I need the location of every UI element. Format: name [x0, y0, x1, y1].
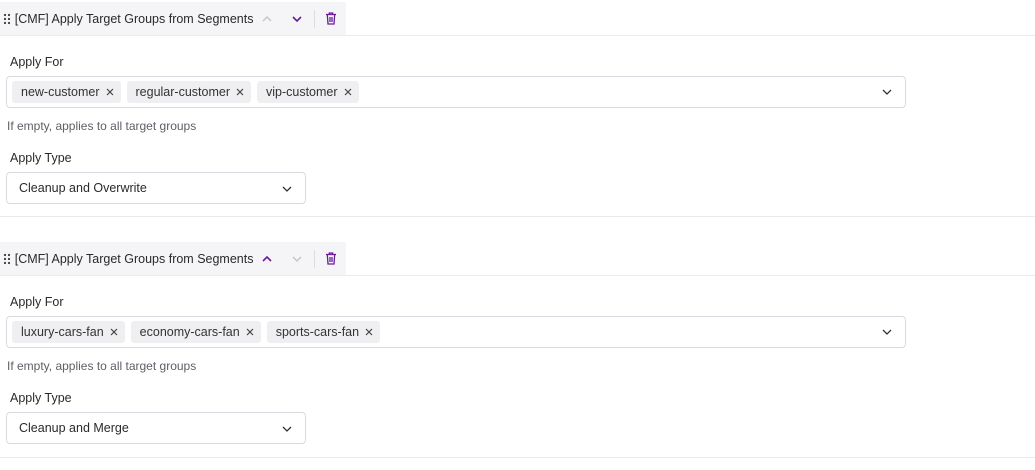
- apply-for-hint: If empty, applies to all target groups: [7, 359, 197, 373]
- block-title: [CMF] Apply Target Groups from Segments: [14, 11, 254, 26]
- tag-label: vip-customer: [265, 85, 338, 99]
- move-down-button[interactable]: [282, 242, 311, 275]
- move-up-button[interactable]: [253, 2, 282, 35]
- trash-icon: [326, 252, 337, 265]
- tag-chip: regular-customer: [126, 81, 251, 103]
- header-divider-line: [0, 275, 1035, 276]
- block-header: [CMF] Apply Target Groups from Segments: [0, 242, 346, 275]
- apply-for-multiselect[interactable]: new-customer regular-customer vip-custom…: [6, 76, 906, 108]
- apply-type-label: Apply Type: [10, 391, 72, 405]
- drag-handle-icon[interactable]: [0, 242, 15, 275]
- chevron-up-icon: [262, 15, 272, 21]
- apply-type-value: Cleanup and Overwrite: [19, 181, 147, 195]
- block-header: [CMF] Apply Target Groups from Segments: [0, 2, 346, 35]
- close-icon[interactable]: [364, 327, 374, 337]
- delete-button[interactable]: [317, 2, 346, 35]
- target-groups-block: [CMF] Apply Target Groups from Segments …: [0, 0, 1035, 217]
- move-down-button[interactable]: [282, 2, 311, 35]
- header-divider: [313, 249, 315, 268]
- tag-chip: sports-cars-fan: [266, 321, 381, 343]
- tag-label: new-customer: [21, 85, 100, 99]
- tag-chip: vip-customer: [256, 81, 359, 103]
- chevron-down-icon[interactable]: [881, 326, 893, 338]
- block-title: [CMF] Apply Target Groups from Segments: [14, 251, 254, 266]
- delete-button[interactable]: [317, 242, 346, 275]
- drag-handle-icon[interactable]: [0, 2, 15, 35]
- close-icon[interactable]: [109, 327, 119, 337]
- apply-type-value: Cleanup and Merge: [19, 421, 129, 435]
- target-groups-block: [CMF] Apply Target Groups from Segments …: [0, 240, 1035, 458]
- apply-type-select[interactable]: Cleanup and Overwrite: [6, 172, 306, 204]
- tag-label: luxury-cars-fan: [21, 325, 104, 339]
- apply-for-label: Apply For: [10, 295, 64, 309]
- close-icon[interactable]: [245, 327, 255, 337]
- tag-label: economy-cars-fan: [139, 325, 240, 339]
- header-divider: [313, 9, 315, 28]
- tag-chip: new-customer: [12, 81, 121, 103]
- close-icon[interactable]: [343, 87, 353, 97]
- move-up-button[interactable]: [253, 242, 282, 275]
- trash-icon: [326, 12, 337, 25]
- apply-for-hint: If empty, applies to all target groups: [7, 119, 197, 133]
- chevron-down-icon: [282, 186, 292, 192]
- apply-type-label: Apply Type: [10, 151, 72, 165]
- chevron-down-icon: [292, 256, 302, 262]
- chevron-down-icon: [282, 426, 292, 432]
- header-divider-line: [0, 35, 1035, 36]
- tag-chip: economy-cars-fan: [130, 321, 261, 343]
- apply-for-multiselect[interactable]: luxury-cars-fan economy-cars-fan sports-…: [6, 316, 906, 348]
- tag-label: regular-customer: [135, 85, 230, 99]
- tag-label: sports-cars-fan: [275, 325, 360, 339]
- chevron-up-icon: [262, 255, 273, 262]
- apply-type-select[interactable]: Cleanup and Merge: [6, 412, 306, 444]
- apply-for-label: Apply For: [10, 55, 64, 69]
- close-icon[interactable]: [235, 87, 245, 97]
- chevron-down-icon[interactable]: [881, 86, 893, 98]
- tag-chip: luxury-cars-fan: [12, 321, 125, 343]
- chevron-down-icon: [292, 15, 302, 22]
- close-icon[interactable]: [105, 87, 115, 97]
